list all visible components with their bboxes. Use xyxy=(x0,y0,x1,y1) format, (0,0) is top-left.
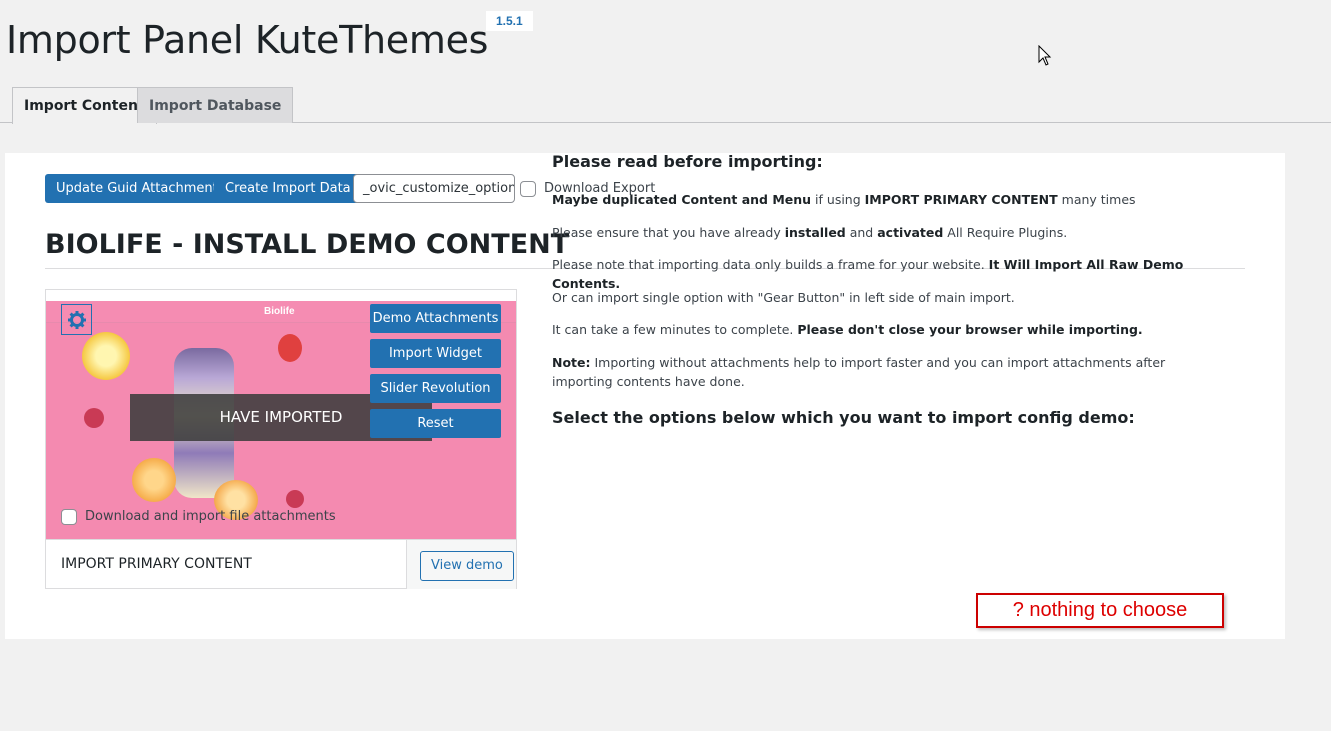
update-guid-attachment-button[interactable]: Update Guid Attachment xyxy=(45,174,229,203)
screenshot-logo: Biolife xyxy=(264,306,295,317)
gear-icon xyxy=(67,310,86,329)
demo-attachments-button[interactable]: Demo Attachments xyxy=(370,304,501,333)
instructions-heading: Please read before importing: xyxy=(552,152,823,171)
instruction-line: Or can import single option with "Gear B… xyxy=(552,290,1015,305)
annotation-callout: ? nothing to choose xyxy=(976,593,1224,628)
view-demo-button[interactable]: View demo xyxy=(420,551,514,581)
download-attachments-label: Download and import file attachments xyxy=(85,509,336,524)
instruction-line: It can take a few minutes to complete. P… xyxy=(552,322,1143,337)
section-title: BIOLIFE - INSTALL DEMO CONTENT xyxy=(45,229,570,260)
tab-bar: Import Content Import Database xyxy=(0,87,1331,124)
mouse-cursor-icon xyxy=(1038,45,1052,66)
instruction-line: Maybe duplicated Content and Menu if usi… xyxy=(552,192,1136,207)
reset-button[interactable]: Reset xyxy=(370,409,501,438)
version-badge: 1.5.1 xyxy=(486,11,533,31)
demo-name: IMPORT PRIMARY CONTENT xyxy=(61,556,252,572)
download-export-checkbox[interactable] xyxy=(520,181,536,197)
instruction-line: Please ensure that you have already inst… xyxy=(552,225,1068,240)
card-footer: IMPORT PRIMARY CONTENT View demo xyxy=(46,539,516,589)
strawberry-image xyxy=(278,334,302,362)
create-import-data-button[interactable]: Create Import Data xyxy=(214,174,362,203)
download-attachments-checkbox[interactable] xyxy=(61,509,77,525)
tab-import-content[interactable]: Import Content xyxy=(12,87,157,124)
slider-revolution-button[interactable]: Slider Revolution xyxy=(370,374,501,403)
tab-import-database[interactable]: Import Database xyxy=(137,87,294,123)
orange-image xyxy=(132,458,176,502)
lemon-image xyxy=(82,332,130,380)
select-options-heading: Select the options below which you want … xyxy=(552,408,1135,427)
import-widget-button[interactable]: Import Widget xyxy=(370,339,501,368)
page-title: Import Panel KuteThemes xyxy=(6,18,489,62)
demo-card: Biolife HAVE IMPORTED Demo Attachments I… xyxy=(45,289,517,589)
instruction-note: Note: Importing without attachments help… xyxy=(552,355,1166,389)
berry-image xyxy=(84,408,104,428)
demo-screenshot: Biolife HAVE IMPORTED Demo Attachments I… xyxy=(46,290,516,539)
berry-image xyxy=(286,490,304,508)
option-name-input[interactable]: _ovic_customize_option xyxy=(353,174,515,203)
screenshot-topbar xyxy=(46,290,516,301)
gear-button[interactable] xyxy=(61,304,92,335)
